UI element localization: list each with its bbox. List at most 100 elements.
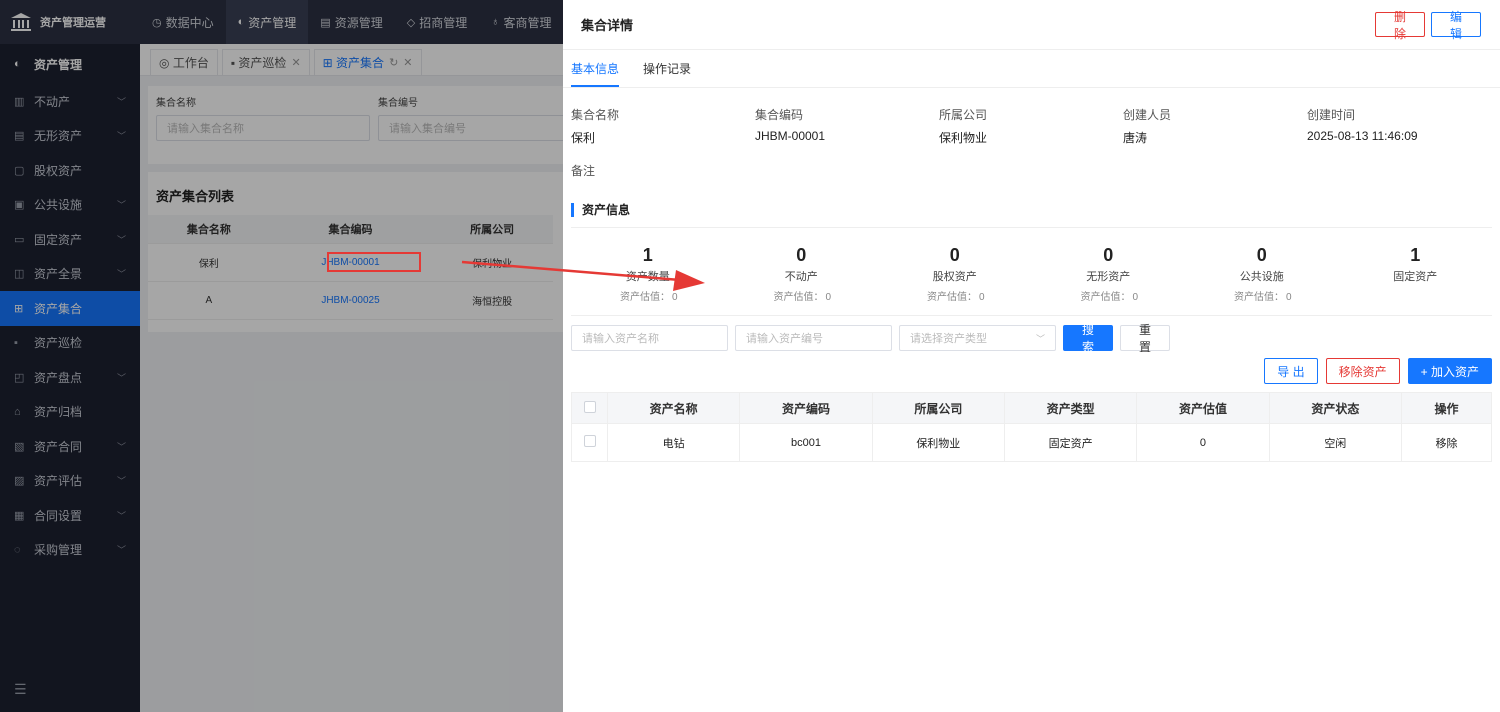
- sidebar-item-fixed-assets[interactable]: ▭ 固定资产 ﹀: [0, 222, 140, 257]
- nav-resource-management[interactable]: ▤ 资源管理: [308, 0, 394, 44]
- info-key: 所属公司: [939, 108, 988, 122]
- asset-type-select[interactable]: 请选择资产类型 ﹀: [899, 325, 1056, 351]
- sidebar-item-archive[interactable]: ⌂ 资产归档: [0, 395, 140, 430]
- stat-real-estate: 0 不动产 资产估值： 0: [725, 244, 879, 303]
- sidebar-item-label: 资产全景: [34, 267, 83, 282]
- cell-code-link[interactable]: JHBM-00025: [269, 281, 432, 320]
- tab-basic-info[interactable]: 基本信息: [571, 50, 620, 87]
- cell-name: 保利: [148, 243, 270, 282]
- shield-icon: ◐: [237, 16, 245, 28]
- sidebar-item-panorama[interactable]: ◫ 资产全景 ﹀: [0, 257, 140, 292]
- info-key: 集合名称: [571, 108, 620, 122]
- reset-button[interactable]: 重 置: [1120, 323, 1170, 354]
- asset-name-input[interactable]: 请输入资产名称: [571, 325, 728, 351]
- tab-label: 资产巡检: [238, 56, 287, 70]
- facility-icon: ▣: [14, 199, 25, 212]
- sidebar-item-inventory[interactable]: ◰ 资产盘点 ﹀: [0, 360, 140, 395]
- sidebar-item-contract[interactable]: ▧ 资产合同 ﹀: [0, 429, 140, 464]
- app-title: 资产管理运营: [40, 17, 106, 29]
- select-all-cell: [571, 392, 608, 424]
- stat-eval: 资产估值： 0: [725, 288, 879, 303]
- close-icon[interactable]: ✕: [291, 56, 300, 69]
- chevron-down-icon: ﹀: [116, 510, 126, 521]
- sidebar-item-procurement[interactable]: ◌ 采购管理 ﹀: [0, 533, 140, 568]
- panorama-icon: ◫: [14, 268, 25, 281]
- evaluation-icon: ▨: [14, 475, 25, 488]
- cell-company: 海恒控股: [431, 281, 553, 320]
- table-header: 资产估值: [1136, 392, 1270, 424]
- cell-asset-type: 固定资产: [1003, 423, 1138, 462]
- select-all-checkbox[interactable]: [583, 400, 596, 413]
- sidebar-item-collection[interactable]: ⊞ 资产集合: [0, 291, 140, 326]
- sidebar-item-label: 资产评估: [34, 474, 83, 489]
- sidebar-item-label: 资产盘点: [34, 370, 83, 385]
- stat-number: 0: [949, 245, 960, 265]
- asset-code-input[interactable]: 请输入资产编号: [735, 325, 892, 351]
- app-logo[interactable]: 资产管理运营: [0, 0, 140, 44]
- tab-operation-log[interactable]: 操作记录: [643, 50, 691, 87]
- info-key: 创建时间: [1307, 108, 1356, 122]
- nav-label: 招商管理: [419, 15, 468, 30]
- nav-investment-management[interactable]: ◇ 招商管理: [395, 0, 479, 44]
- sidebar-item-label: 固定资产: [34, 232, 83, 247]
- stat-eval: 资产估值： 0: [1185, 288, 1339, 303]
- remove-link[interactable]: 移除: [1401, 423, 1492, 462]
- refresh-icon[interactable]: ↻: [389, 56, 398, 69]
- chevron-down-icon: ﹀: [116, 372, 126, 383]
- tab-workbench[interactable]: ◎ 工作台: [150, 49, 218, 75]
- stat-number: 0: [1256, 245, 1267, 265]
- nav-asset-management[interactable]: ◐ 资产管理: [225, 0, 309, 44]
- diamond-icon: ◇: [406, 16, 416, 29]
- delete-button[interactable]: 删 除: [1375, 10, 1425, 41]
- sidebar-item-equity[interactable]: ▢ 股权资产: [0, 153, 140, 188]
- sidebar-header: ◐ 资产管理: [0, 44, 140, 84]
- info-value: 唐涛: [1123, 131, 1148, 145]
- sidebar: ◐ 资产管理 ▥ 不动产 ﹀ ▤ 无形资产 ﹀ ▢ 股权资产 ▣ 公共设施 ﹀ ▭ 固定资产 ﹀ ◫…: [0, 44, 140, 712]
- sidebar-item-contract-settings[interactable]: ▦ 合同设置 ﹀: [0, 498, 140, 533]
- info-value: 保利物业: [939, 131, 988, 145]
- sidebar-item-inspection[interactable]: ▪ 资产巡检: [0, 326, 140, 361]
- table-header: 所属公司: [431, 215, 553, 244]
- contract-icon: ▧: [14, 440, 25, 453]
- home-icon: ◎: [159, 55, 173, 70]
- remove-assets-button[interactable]: 移除资产: [1325, 358, 1400, 384]
- info-key: 集合编码: [755, 108, 804, 122]
- collection-name-input[interactable]: 请输入集合名称: [156, 115, 370, 141]
- sidebar-item-intangible[interactable]: ▤ 无形资产 ﹀: [0, 119, 140, 154]
- collapse-menu-icon[interactable]: ☰: [14, 681, 27, 698]
- stat-eval-value: 0: [671, 292, 678, 303]
- row-checkbox[interactable]: [583, 435, 596, 447]
- tab-inspection[interactable]: ▪ 资产巡检 ✕: [221, 49, 310, 75]
- table-header: 操作: [1401, 392, 1492, 424]
- shield-icon: ◐: [14, 58, 21, 70]
- close-icon[interactable]: ✕: [403, 56, 412, 69]
- sidebar-item-evaluation[interactable]: ▨ 资产评估 ﹀: [0, 464, 140, 499]
- cell-name: A: [148, 281, 270, 320]
- stat-number: 1: [1410, 245, 1421, 265]
- search-button[interactable]: 搜 索: [1063, 323, 1113, 354]
- edit-button[interactable]: 编 辑: [1431, 10, 1481, 41]
- monitor-icon: ▭: [14, 233, 25, 246]
- sidebar-item-label: 不动产: [34, 94, 71, 109]
- nav-customer-management[interactable]: ♁ 客商管理: [479, 0, 563, 44]
- stat-eval-label: 资产估值：: [619, 292, 670, 303]
- collection-code-input[interactable]: 请输入集合编号: [378, 115, 592, 141]
- chevron-down-icon: ﹀: [116, 545, 126, 556]
- sidebar-item-real-estate[interactable]: ▥ 不动产 ﹀: [0, 84, 140, 119]
- table-header: 集合编码: [269, 215, 432, 244]
- grid-icon: ⊞: [322, 55, 337, 70]
- cell-asset-code-link[interactable]: bc001: [739, 423, 873, 462]
- asset-table: 资产名称 资产编码 所属公司 资产类型 资产估值 资产状态 操作 电钻 bc00…: [571, 392, 1492, 462]
- tab-collection[interactable]: ⊞ 资产集合 ↻ ✕: [313, 49, 422, 75]
- table-header: 资产类型: [1003, 392, 1138, 424]
- database-icon: ▢: [14, 164, 25, 177]
- chevron-down-icon: ﹀: [116, 131, 126, 142]
- table-row[interactable]: A JHBM-00025 海恒控股: [148, 281, 553, 320]
- cell-asset-status: 空闲: [1268, 423, 1403, 462]
- sidebar-item-public-facilities[interactable]: ▣ 公共设施 ﹀: [0, 188, 140, 223]
- section-title: 资产信息: [571, 203, 1492, 217]
- nav-data-center[interactable]: ◷ 数据中心: [140, 0, 226, 44]
- document-icon: ▤: [320, 16, 331, 29]
- add-assets-button[interactable]: + 加入资产: [1407, 358, 1492, 384]
- export-button[interactable]: 导 出: [1264, 358, 1318, 384]
